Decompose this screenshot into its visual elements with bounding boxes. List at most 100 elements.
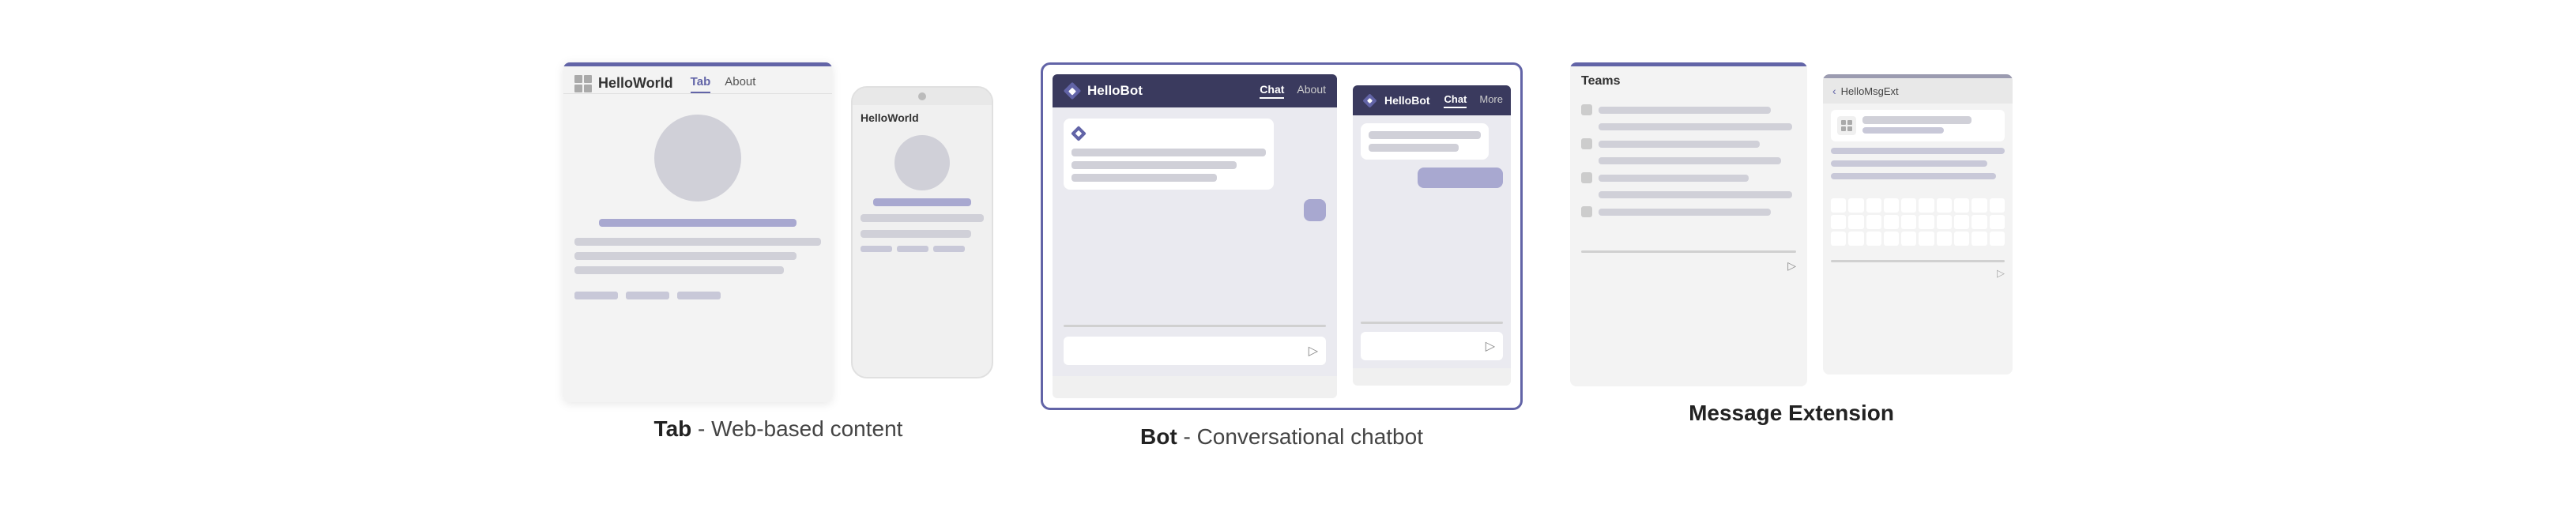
tab-nav: Tab About: [680, 75, 767, 93]
bot-win2-nav: Chat More: [1444, 93, 1503, 108]
key-19[interactable]: [1972, 215, 1987, 229]
mobile-bar-3: [933, 246, 965, 252]
bot-win2-more[interactable]: More: [1479, 93, 1503, 108]
bot-win2-chat[interactable]: Chat: [1444, 93, 1467, 108]
key-11[interactable]: [1831, 215, 1846, 229]
msg-mobile-line-2: [1831, 160, 1987, 167]
bot-bubble-line-1: [1071, 149, 1266, 156]
bot-win1-body: ▷: [1053, 107, 1337, 376]
key-30[interactable]: [1990, 232, 2005, 246]
key-13[interactable]: [1866, 215, 1881, 229]
msg-underline-area: ▷: [1581, 249, 1796, 273]
key-26[interactable]: [1919, 232, 1934, 246]
tab-app-name: HelloWorld: [598, 75, 673, 92]
key-24[interactable]: [1884, 232, 1899, 246]
bot-windows: HelloBot Chat About: [1041, 62, 1523, 410]
placeholder-bar-3: [677, 292, 721, 299]
bot-chat-tab[interactable]: Chat: [1260, 83, 1284, 99]
msg-win1-header: Teams: [1570, 66, 1807, 96]
key-25[interactable]: [1901, 232, 1916, 246]
msg-mobile-window: ‹ HelloMsgExt: [1823, 74, 2013, 375]
msg-mobile-send-icon: ▷: [1997, 267, 2005, 280]
msg-ext-app-icon: [1837, 116, 1856, 135]
bot-win2-line-2: [1369, 144, 1459, 152]
placeholder-title: [599, 219, 797, 227]
msg-send-icon: ▷: [1787, 259, 1796, 273]
tab-label-bold: Tab: [654, 416, 692, 441]
sidebar-line-4: [1599, 157, 1781, 164]
sidebar-item-4: [1581, 206, 1796, 217]
bot-win2-diamond-inner: [1366, 97, 1372, 103]
msg-mobile-line-3: [1831, 173, 1996, 179]
msg-mobile-title: HelloMsgExt: [1841, 85, 1899, 97]
key-7[interactable]: [1937, 198, 1952, 213]
placeholder-buttons-row: [574, 292, 821, 299]
sidebar-icon-4: [1581, 206, 1592, 217]
tab-tab-active[interactable]: Tab: [691, 75, 711, 93]
back-icon[interactable]: ‹: [1832, 85, 1836, 97]
bot-win2-body: ▷: [1353, 115, 1511, 368]
key-28[interactable]: [1954, 232, 1969, 246]
key-22[interactable]: [1848, 232, 1863, 246]
sidebar-line-1: [1599, 107, 1771, 114]
mobile-line-2: [861, 230, 971, 238]
bot-desktop-window: HelloBot Chat About: [1053, 74, 1337, 398]
msg-win1-title: Teams: [1581, 74, 1621, 88]
msg-mobile-send-area: ▷: [1831, 258, 2005, 280]
bot-win2-icon: [1361, 92, 1378, 109]
key-17[interactable]: [1937, 215, 1952, 229]
diamond-inner: [1068, 87, 1076, 95]
key-9[interactable]: [1972, 198, 1987, 213]
key-3[interactable]: [1866, 198, 1881, 213]
tab-about[interactable]: About: [725, 75, 755, 93]
mobile-bars: [861, 246, 984, 252]
key-2[interactable]: [1848, 198, 1863, 213]
key-5[interactable]: [1901, 198, 1916, 213]
key-21[interactable]: [1831, 232, 1846, 246]
sidebar-line-3: [1599, 141, 1760, 148]
bot-bubble-line-2: [1071, 161, 1237, 169]
key-12[interactable]: [1848, 215, 1863, 229]
bot-label-rest: - Conversational chatbot: [1177, 424, 1423, 449]
key-4[interactable]: [1884, 198, 1899, 213]
key-10[interactable]: [1990, 198, 2005, 213]
sidebar-line-6: [1599, 191, 1792, 198]
msg-desktop-window: Teams: [1570, 62, 1807, 386]
key-18[interactable]: [1954, 215, 1969, 229]
chat-input-bar[interactable]: ▷: [1064, 337, 1326, 365]
key-29[interactable]: [1972, 232, 1987, 246]
chat-spacer: [1064, 231, 1326, 314]
sidebar-item-3: [1581, 172, 1796, 183]
mobile-avatar: [894, 135, 950, 190]
msg-mobile-header: ‹ HelloMsgExt: [1823, 78, 2013, 104]
bot-label: Bot - Conversational chatbot: [1140, 424, 1423, 450]
bot-win2-bubble: [1361, 123, 1489, 160]
bot-label-bold: Bot: [1140, 424, 1177, 449]
key-1[interactable]: [1831, 198, 1846, 213]
mobile-body: [853, 127, 992, 260]
mobile-avatar-area: [861, 135, 984, 190]
key-8[interactable]: [1954, 198, 1969, 213]
key-16[interactable]: [1919, 215, 1934, 229]
window-accent-bar: [563, 62, 832, 66]
placeholder-bar-2: [626, 292, 669, 299]
diamond-icon: [1064, 82, 1081, 100]
bot-about-tab[interactable]: About: [1297, 83, 1326, 99]
bot-win2-header: HelloBot Chat More: [1353, 85, 1511, 115]
bot-win2-input[interactable]: ▷: [1361, 332, 1503, 360]
placeholder-bar-1: [574, 292, 618, 299]
key-27[interactable]: [1937, 232, 1952, 246]
bot-bubble-icon: [1071, 126, 1086, 141]
key-6[interactable]: [1919, 198, 1934, 213]
mobile-bar-1: [861, 246, 892, 252]
mobile-indicator: [918, 92, 926, 100]
key-23[interactable]: [1866, 232, 1881, 246]
bot-win2-spacer: [1361, 196, 1503, 312]
bot-win2-send-icon: ▷: [1486, 338, 1495, 354]
key-15[interactable]: [1901, 215, 1916, 229]
msg-mobile-body: ▷: [1823, 104, 2013, 286]
sidebar-line-7: [1599, 209, 1771, 216]
msg-windows: Teams: [1570, 62, 2013, 386]
key-14[interactable]: [1884, 215, 1899, 229]
key-20[interactable]: [1990, 215, 2005, 229]
